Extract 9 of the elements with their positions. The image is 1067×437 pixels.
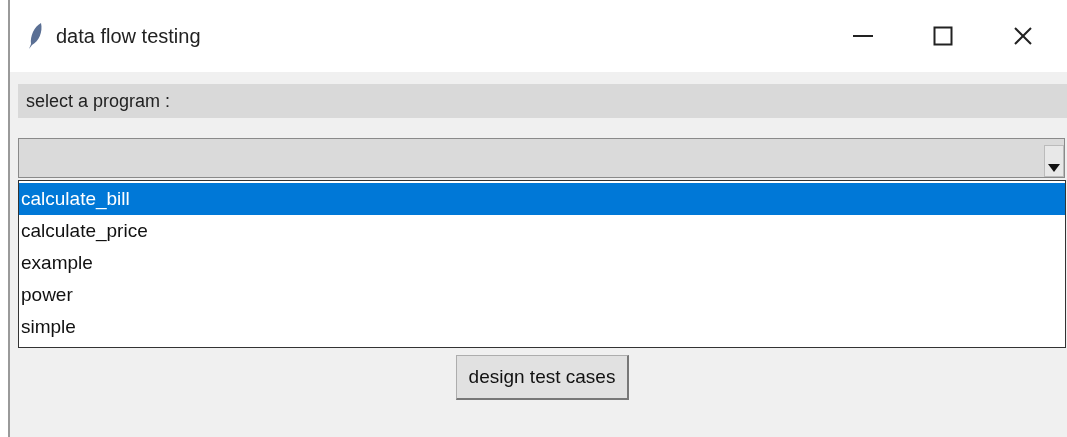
minimize-icon (853, 34, 873, 38)
design-test-cases-button[interactable]: design test cases (455, 355, 630, 400)
select-label: select a program : (26, 89, 171, 113)
feather-icon (28, 22, 44, 50)
maximize-icon (933, 26, 953, 46)
list-option[interactable]: calculate_bill (19, 183, 1065, 215)
window-title: data flow testing (56, 24, 201, 49)
combobox[interactable] (18, 138, 1065, 178)
close-icon (1013, 26, 1033, 46)
